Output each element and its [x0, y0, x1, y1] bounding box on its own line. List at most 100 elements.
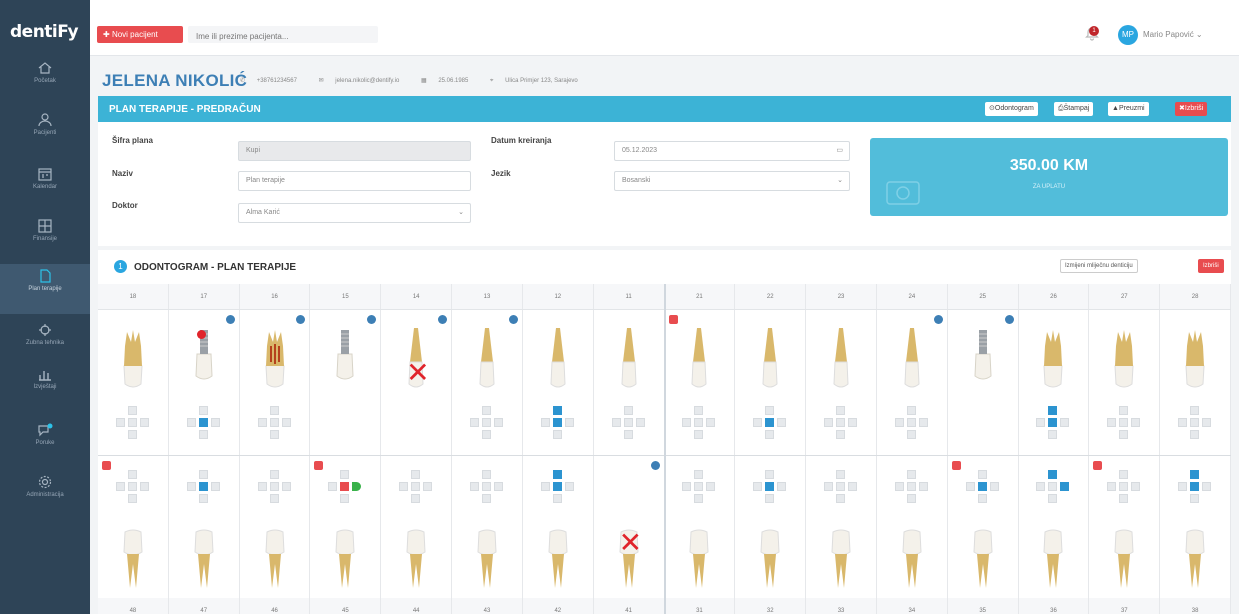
tooth-surface[interactable] — [127, 494, 137, 503]
tooth-surface[interactable] — [765, 418, 775, 427]
tooth-surface[interactable] — [1048, 494, 1058, 503]
status-badge[interactable] — [438, 315, 448, 324]
tooth-cell[interactable] — [1019, 456, 1090, 598]
tooth-surface[interactable] — [1048, 418, 1058, 427]
new-patient-button[interactable]: ✚ Novi pacijent — [97, 26, 183, 43]
tooth-cell[interactable] — [877, 456, 948, 598]
tooth-cell[interactable] — [806, 456, 877, 598]
tooth-surface[interactable] — [340, 470, 350, 479]
tooth-surface[interactable] — [777, 418, 787, 427]
tooth-surface[interactable] — [918, 482, 928, 491]
surface-selector[interactable] — [466, 466, 508, 508]
tooth-cell[interactable] — [381, 456, 453, 598]
tooth-surface[interactable] — [848, 482, 858, 491]
tooth-surface[interactable] — [1107, 418, 1117, 427]
status-badge[interactable] — [508, 315, 518, 324]
tooth-surface[interactable] — [198, 482, 208, 491]
tooth-surface[interactable] — [765, 494, 775, 503]
tooth-surface[interactable] — [906, 482, 916, 491]
tooth-cell[interactable] — [594, 310, 665, 455]
tooth-surface[interactable] — [411, 494, 421, 503]
tooth-surface[interactable] — [269, 418, 279, 427]
surface-selector[interactable] — [112, 402, 154, 444]
tooth-cell[interactable] — [665, 456, 736, 598]
tooth-image[interactable] — [331, 326, 359, 396]
tooth-surface[interactable] — [139, 482, 149, 491]
tooth-image[interactable] — [119, 326, 147, 396]
naziv-field[interactable]: Plan terapije — [238, 171, 471, 191]
tooth-surface[interactable] — [1131, 482, 1141, 491]
tooth-surface[interactable] — [694, 418, 704, 427]
tooth-image[interactable] — [1039, 528, 1067, 594]
tooth-surface[interactable] — [1190, 470, 1200, 479]
tooth-surface[interactable] — [694, 494, 704, 503]
surface-selector[interactable] — [749, 466, 791, 508]
tooth-surface[interactable] — [186, 482, 196, 491]
tooth-image[interactable] — [969, 528, 997, 594]
sidebar-item-patients[interactable]: Pacijenti — [0, 108, 90, 158]
tooth-surface[interactable] — [623, 406, 633, 415]
tooth-surface[interactable] — [340, 482, 350, 491]
tooth-surface[interactable] — [1190, 494, 1200, 503]
tooth-surface[interactable] — [340, 494, 350, 503]
jezik-select[interactable]: Bosanski ⌄ — [614, 171, 850, 191]
tooth-surface[interactable] — [281, 482, 291, 491]
tooth-cell[interactable]: ✕ — [594, 456, 665, 598]
tooth-image[interactable] — [685, 528, 713, 594]
tooth-surface[interactable] — [552, 482, 562, 491]
tooth-surface[interactable] — [198, 406, 208, 415]
tooth-surface[interactable] — [257, 482, 267, 491]
tooth-surface[interactable] — [753, 482, 763, 491]
surface-selector[interactable] — [962, 466, 1004, 508]
tooth-cell[interactable] — [310, 310, 382, 455]
tooth-image[interactable] — [685, 326, 713, 396]
tooth-surface[interactable] — [493, 418, 503, 427]
tooth-surface[interactable] — [635, 418, 645, 427]
surface-selector[interactable] — [820, 466, 862, 508]
tooth-surface[interactable] — [411, 470, 421, 479]
tooth-image[interactable] — [261, 528, 289, 594]
tooth-surface[interactable] — [1036, 418, 1046, 427]
tooth-surface[interactable] — [906, 406, 916, 415]
tooth-surface[interactable] — [1060, 482, 1070, 491]
tooth-cell[interactable] — [240, 456, 311, 598]
tooth-cell[interactable] — [1019, 310, 1090, 455]
tooth-image[interactable] — [1110, 528, 1138, 594]
tooth-cell[interactable] — [948, 310, 1019, 455]
tooth-surface[interactable] — [540, 418, 550, 427]
status-badge[interactable] — [102, 461, 111, 470]
notification-bell[interactable]: 1 — [1084, 26, 1102, 44]
tooth-surface[interactable] — [682, 418, 692, 427]
download-button[interactable]: ▲Preuzmi — [1108, 102, 1149, 116]
tooth-surface[interactable] — [411, 482, 421, 491]
tooth-image[interactable] — [756, 528, 784, 594]
tooth-cell[interactable] — [665, 310, 736, 455]
tooth-surface[interactable] — [564, 418, 574, 427]
tooth-cell[interactable] — [1160, 456, 1231, 598]
print-button[interactable]: ⎙Štampaj — [1054, 102, 1094, 116]
tooth-surface[interactable] — [1119, 406, 1129, 415]
surface-selector[interactable] — [1032, 402, 1074, 444]
tooth-surface[interactable] — [210, 482, 220, 491]
tooth-image[interactable] — [402, 528, 430, 594]
tooth-image[interactable] — [1110, 326, 1138, 396]
tooth-surface[interactable] — [552, 430, 562, 439]
tooth-image[interactable] — [473, 326, 501, 396]
status-badge[interactable] — [650, 461, 660, 470]
tooth-surface[interactable] — [198, 494, 208, 503]
tooth-surface[interactable] — [989, 482, 999, 491]
tooth-surface[interactable] — [694, 430, 704, 439]
tooth-surface[interactable] — [469, 482, 479, 491]
sidebar-item-reports[interactable]: Izvještaji — [0, 362, 90, 412]
tooth-surface[interactable] — [1178, 482, 1188, 491]
tooth-surface[interactable] — [269, 470, 279, 479]
status-badge[interactable] — [296, 315, 306, 324]
tooth-surface[interactable] — [824, 482, 834, 491]
datum-field[interactable]: 05.12.2023 ▭ — [614, 141, 850, 161]
tooth-cell[interactable] — [1160, 310, 1231, 455]
surface-selector[interactable] — [112, 466, 154, 508]
sidebar-item-calendar[interactable]: Kalendar — [0, 162, 90, 212]
surface-selector[interactable] — [1032, 466, 1074, 508]
tooth-cell[interactable]: ✕ — [381, 310, 453, 455]
tooth-surface[interactable] — [1190, 418, 1200, 427]
